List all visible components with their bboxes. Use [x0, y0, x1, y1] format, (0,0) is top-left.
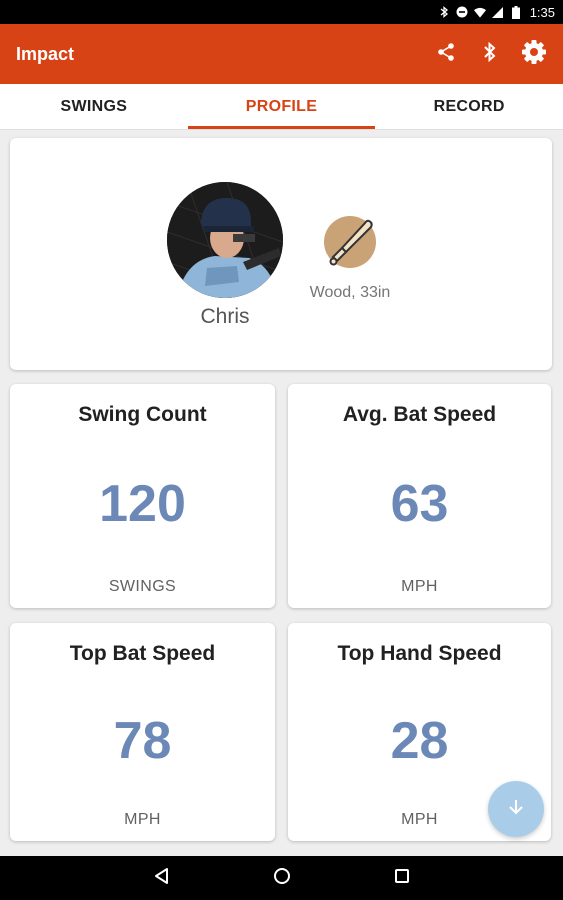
stat-title: Swing Count	[78, 403, 207, 426]
status-time: 1:35	[529, 4, 555, 20]
bat-badge[interactable]	[324, 216, 376, 268]
stat-value: 28	[390, 712, 449, 770]
bluetooth-button[interactable]	[475, 39, 505, 69]
system-nav-bar	[0, 856, 563, 900]
stat-title: Top Bat Speed	[69, 642, 216, 665]
stat-unit: MPH	[124, 811, 161, 828]
stat-unit: MPH	[401, 578, 438, 595]
avg-bat-speed-card[interactable]: Avg. Bat Speed 63 MPH	[288, 384, 551, 608]
bat-description: Wood, 33in	[309, 284, 391, 301]
profile-card[interactable]: Chris Wood, 33in	[10, 138, 552, 370]
recents-button[interactable]	[390, 866, 414, 890]
bluetooth-icon	[483, 41, 497, 67]
app-title: Impact	[16, 43, 75, 64]
stat-value: 120	[99, 475, 186, 533]
top-bat-speed-card[interactable]: Top Bat Speed 78 MPH	[10, 623, 275, 841]
battery-icon	[510, 5, 522, 19]
tab-record[interactable]: RECORD	[375, 84, 563, 129]
signal-icon	[492, 6, 504, 18]
do-not-disturb-icon	[456, 6, 468, 18]
tab-bar: SWINGS PROFILE RECORD	[0, 84, 563, 130]
stat-value: 78	[113, 712, 172, 770]
wifi-icon	[473, 6, 486, 18]
back-button[interactable]	[150, 866, 174, 890]
stat-title: Top Hand Speed	[337, 642, 502, 665]
recents-icon	[394, 868, 410, 889]
stat-unit: SWINGS	[108, 578, 177, 595]
gear-icon	[521, 39, 547, 70]
arrow-down-icon	[506, 797, 526, 822]
back-icon	[153, 867, 171, 890]
share-button[interactable]	[431, 39, 461, 69]
avatar[interactable]	[167, 182, 283, 298]
share-icon	[436, 42, 456, 67]
home-button[interactable]	[270, 866, 294, 890]
home-icon	[273, 867, 291, 890]
tab-swings[interactable]: SWINGS	[0, 84, 188, 129]
swing-count-card[interactable]: Swing Count 120 SWINGS	[10, 384, 275, 608]
player-name: Chris	[200, 305, 250, 328]
scroll-down-fab[interactable]	[488, 781, 544, 837]
bluetooth-status-icon	[438, 6, 450, 18]
stat-value: 63	[390, 475, 449, 533]
status-bar: 1:35	[0, 0, 563, 24]
app-bar: Impact	[0, 24, 563, 84]
settings-button[interactable]	[519, 39, 549, 69]
tab-profile[interactable]: PROFILE	[187, 84, 376, 129]
stat-title: Avg. Bat Speed	[342, 403, 497, 426]
